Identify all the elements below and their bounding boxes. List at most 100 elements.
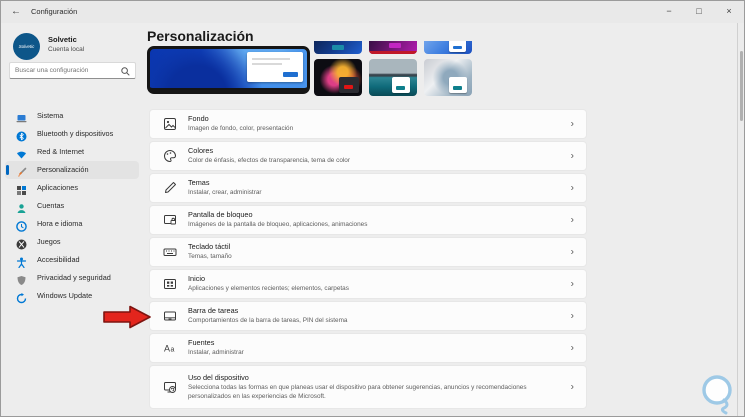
search-icon [121, 67, 130, 76]
sidebar-item-label: Red & Internet [37, 147, 85, 156]
sidebar-item-bluetooth[interactable]: Bluetooth y dispositivos [1, 125, 143, 143]
mockup-window [449, 41, 466, 52]
search-box[interactable] [9, 62, 136, 79]
sidebar-item-accesibilidad[interactable]: Accesibilidad [1, 251, 143, 269]
mockup-accent-button [389, 43, 401, 48]
clock-icon [16, 219, 27, 232]
device-usage-icon [163, 380, 177, 394]
theme-thumbnail-dark-flower[interactable] [314, 59, 362, 96]
setting-row-colores[interactable]: Colores Color de énfasis, efectos de tran… [149, 141, 587, 171]
sidebar-item-label: Cuentas [37, 201, 65, 210]
lock-screen-icon [163, 213, 177, 227]
theme-thumbnail-light-blue[interactable] [424, 41, 472, 54]
mockup-text-line [252, 63, 282, 65]
setting-row-fondo[interactable]: Fondo Imagen de fondo, color, presentació… [149, 109, 587, 139]
image-icon [163, 117, 177, 131]
setting-subtitle: Temas, tamaño [188, 253, 232, 261]
theme-thumbnail-teal-bridge[interactable] [369, 59, 417, 96]
titlebar-title: Configuración [31, 7, 78, 16]
sidebar-item-sistema[interactable]: Sistema [1, 107, 143, 125]
taskbar-icon [163, 309, 177, 323]
accessibility-icon [16, 255, 27, 269]
mockup-window [339, 77, 359, 93]
scrollbar-thumb[interactable] [740, 51, 743, 121]
sidebar-item-label: Sistema [37, 111, 64, 120]
chevron-right-icon: › [570, 118, 574, 130]
thumbnail-bottom-strip [369, 51, 417, 54]
setting-title: Inicio [188, 274, 206, 284]
chevron-right-icon: › [570, 310, 574, 322]
sidebar-item-hora-idioma[interactable]: Hora e idioma [1, 215, 143, 233]
settings-window: ← Configuración − □ × Solvetic Solvetic … [0, 0, 745, 417]
bluetooth-icon [16, 129, 27, 142]
wifi-icon [16, 147, 27, 159]
mockup-accent-button [396, 86, 405, 90]
chevron-right-icon: › [570, 150, 574, 162]
sidebar-item-label: Personalización [37, 165, 89, 174]
setting-row-uso-del-dispositivo[interactable]: Uso del dispositivo Selecciona todas las … [149, 365, 587, 409]
theme-thumbnail-dark-blue[interactable] [314, 41, 362, 54]
window-controls: − □ × [654, 1, 744, 23]
setting-row-inicio[interactable]: Inicio Aplicaciones y elementos recientes… [149, 269, 587, 299]
sidebar-item-label: Windows Update [37, 291, 93, 300]
sidebar-item-personalizacion[interactable]: Personalización [1, 161, 143, 179]
fonts-icon: Aa [163, 341, 177, 355]
sidebar-item-privacidad[interactable]: Privacidad y seguridad [1, 269, 143, 287]
apps-grid-icon [16, 183, 27, 195]
xbox-icon [16, 237, 27, 250]
setting-row-pantalla-bloqueo[interactable]: Pantalla de bloqueo Imágenes de la pantal… [149, 205, 587, 235]
close-button[interactable]: × [714, 1, 744, 23]
sidebar-item-juegos[interactable]: Juegos [1, 233, 143, 251]
preview-window-mockup [247, 52, 303, 82]
sidebar-item-aplicaciones[interactable]: Aplicaciones [1, 179, 143, 197]
minimize-button[interactable]: − [654, 1, 684, 23]
maximize-button[interactable]: □ [684, 1, 714, 23]
red-arrow-annotation-icon [103, 305, 151, 329]
mockup-accent-button [453, 46, 462, 49]
setting-subtitle: Selecciona todas las formas en que plane… [188, 383, 527, 400]
sidebar-item-windows-update[interactable]: Windows Update [1, 287, 143, 305]
mockup-window [392, 77, 410, 93]
setting-row-temas[interactable]: Temas Instalar, crear, administrar › [149, 173, 587, 203]
setting-title: Teclado táctil [188, 242, 231, 252]
sidebar-item-label: Hora e idioma [37, 219, 83, 228]
mockup-accent-button [332, 45, 344, 50]
mockup-text-line [252, 58, 290, 60]
search-input[interactable] [15, 64, 120, 77]
mockup-window [449, 77, 467, 93]
sidebar-item-label: Accesibilidad [37, 255, 80, 264]
setting-row-barra-de-tareas[interactable]: Barra de tareas Comportamientos de la bar… [149, 301, 587, 331]
svg-text:a: a [171, 347, 175, 354]
sidebar-item-label: Privacidad y seguridad [37, 273, 111, 282]
back-button[interactable]: ← [11, 1, 21, 23]
mockup-accent-button [453, 86, 462, 90]
user-name: Solvetic [48, 35, 77, 44]
setting-row-fuentes[interactable]: Aa Fuentes Instalar, administrar › [149, 333, 587, 363]
chevron-right-icon: › [570, 278, 574, 290]
setting-subtitle: Imágenes de la pantalla de bloqueo, apli… [188, 221, 368, 229]
laptop-icon [16, 111, 27, 123]
page-title: Personalización [147, 28, 254, 44]
shield-icon [16, 273, 27, 285]
setting-row-teclado-tactil[interactable]: Teclado táctil Temas, tamaño › [149, 237, 587, 267]
theme-thumbnail-purple[interactable] [369, 41, 417, 54]
mockup-accent-button [283, 72, 298, 77]
palette-icon [163, 149, 177, 163]
chevron-right-icon: › [570, 246, 574, 258]
pen-icon [163, 181, 177, 195]
setting-title: Fondo [188, 114, 209, 124]
chevron-right-icon: › [570, 182, 574, 194]
scrollbar-track[interactable] [737, 23, 744, 416]
cursor-watermark-icon [702, 375, 732, 415]
setting-subtitle: Instalar, administrar [188, 349, 244, 357]
chevron-right-icon: › [570, 342, 574, 354]
sidebar-item-cuentas[interactable]: Cuentas [1, 197, 143, 215]
current-theme-preview [147, 46, 310, 94]
titlebar: ← Configuración − □ × [1, 1, 744, 23]
theme-thumbnail-gray-abstract[interactable] [424, 59, 472, 96]
sidebar-item-red-internet[interactable]: Red & Internet [1, 143, 143, 161]
sidebar-item-label: Bluetooth y dispositivos [37, 129, 114, 138]
person-icon [16, 201, 27, 213]
chevron-right-icon: › [570, 214, 574, 226]
setting-title: Pantalla de bloqueo [188, 210, 253, 220]
